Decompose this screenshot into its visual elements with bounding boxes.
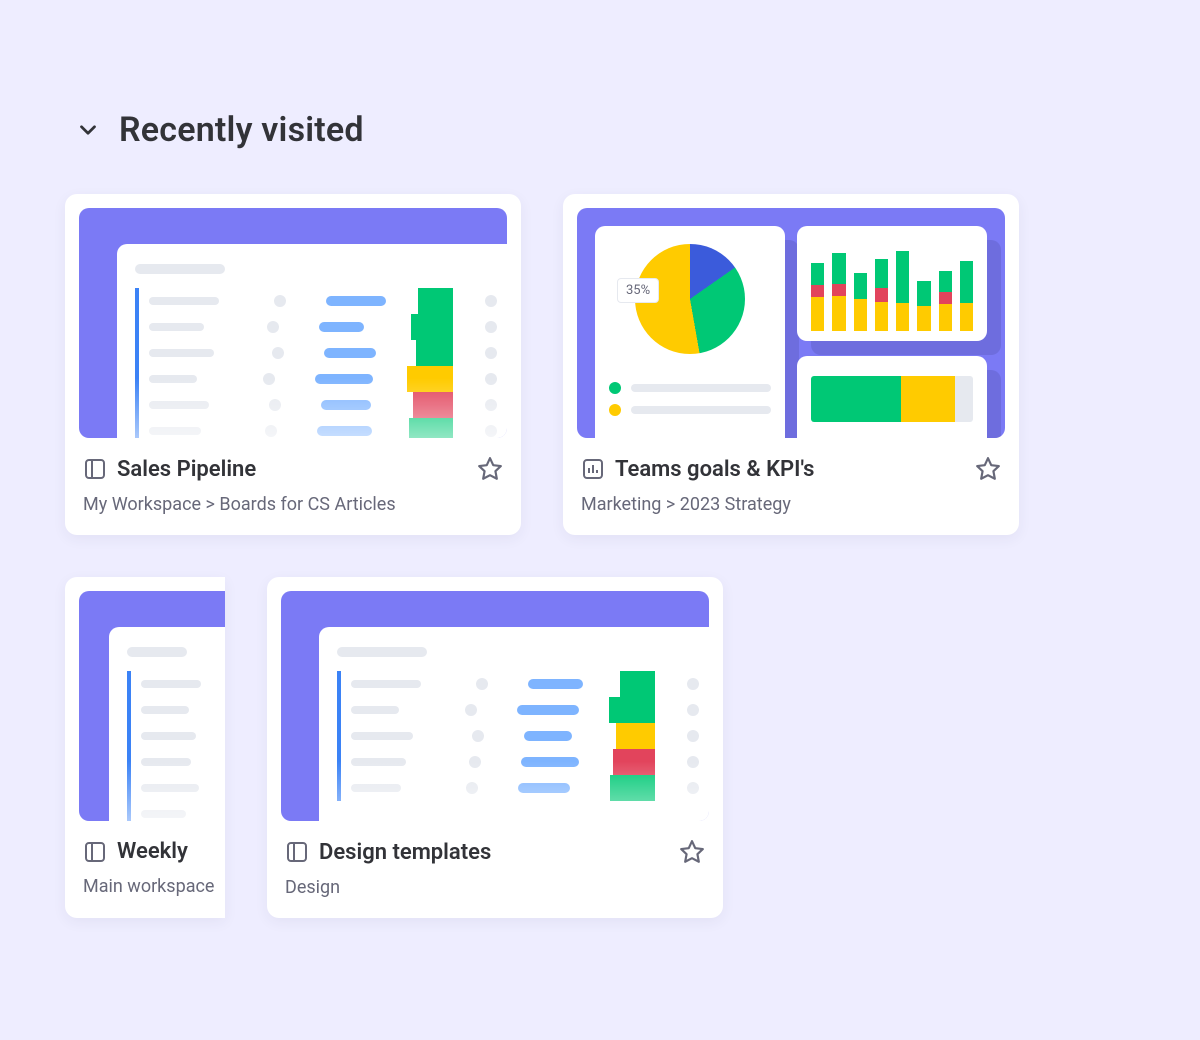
card-thumbnail (79, 208, 507, 438)
card-path: Main workspace (83, 876, 225, 897)
dashboard-icon (581, 457, 605, 481)
recently-visited-header[interactable]: Recently visited (65, 110, 1200, 150)
cards-grid: Sales Pipeline My Workspace > Boards for… (65, 194, 1200, 918)
star-icon[interactable] (975, 456, 1001, 482)
card-title: Weekly (117, 839, 225, 864)
card-path: Marketing > 2023 Strategy (581, 494, 1001, 515)
star-icon[interactable] (679, 839, 705, 865)
stacked-bar-icon (797, 356, 987, 438)
pie-chart-icon: 35% (635, 244, 745, 354)
card-thumbnail (79, 591, 225, 821)
card-title: Teams goals & KPI's (615, 457, 965, 482)
card-title: Design templates (319, 840, 669, 865)
card-weekly[interactable]: Weekly Main workspace (65, 577, 225, 918)
star-icon[interactable] (477, 456, 503, 482)
board-icon (83, 457, 107, 481)
bar-chart-icon (797, 226, 987, 341)
section-title: Recently visited (119, 110, 364, 150)
board-icon (285, 840, 309, 864)
card-path: Design (285, 877, 705, 898)
board-icon (83, 840, 107, 864)
card-thumbnail: 35% (577, 208, 1005, 438)
card-title: Sales Pipeline (117, 457, 467, 482)
card-sales-pipeline[interactable]: Sales Pipeline My Workspace > Boards for… (65, 194, 521, 535)
card-path: My Workspace > Boards for CS Articles (83, 494, 503, 515)
chevron-down-icon (75, 117, 101, 143)
card-design-templates[interactable]: Design templates Design (267, 577, 723, 918)
pie-percent-label: 35% (617, 278, 659, 303)
card-thumbnail (281, 591, 709, 821)
card-teams-goals-kpis[interactable]: 35% (563, 194, 1019, 535)
